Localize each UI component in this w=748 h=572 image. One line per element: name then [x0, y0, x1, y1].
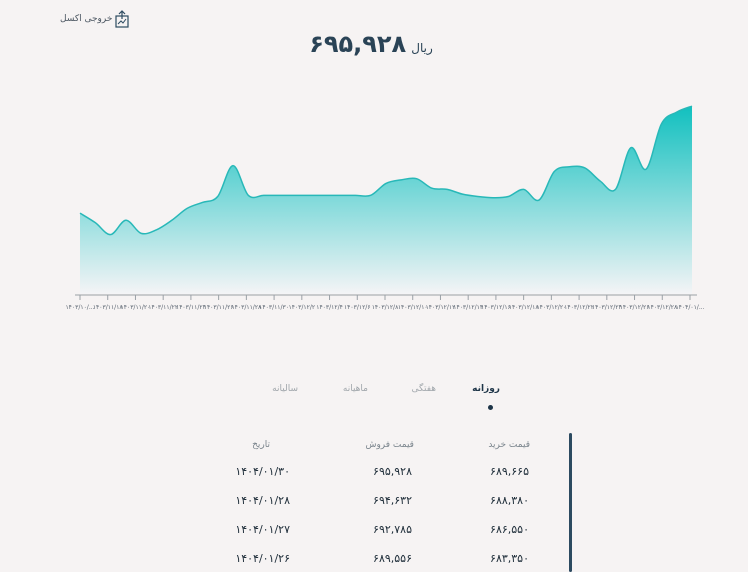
tab-monthly[interactable]: ماهیانه — [343, 384, 368, 394]
x-tick-label: ۱۴۰۳/۱۲/۲۲ — [564, 304, 594, 311]
tab-weekly[interactable]: هفتگی — [412, 384, 437, 394]
x-tick-label: ۱۴۰۳/۱۰/... — [65, 304, 94, 311]
x-tick-label: ۱۴۰۳/۱۲/۱۸ — [509, 304, 540, 311]
tab-daily[interactable]: روزانه — [472, 384, 500, 394]
tab-yearly[interactable]: سالیانه — [272, 384, 298, 394]
active-tab-indicator — [488, 405, 493, 410]
x-tick-label: ۱۴۰۳/۱۲/۲۴ — [592, 304, 622, 311]
table-row: ۶۸۸,۳۸۰ ۶۹۴,۶۳۲ ۱۴۰۴/۰۱/۲۸ — [230, 494, 570, 514]
x-tick-label: ۱۴۰۳/۱۲/۲۶ — [620, 304, 650, 311]
price-chart: ۱۴۰۳/۱۰/...۱۴۰۳/۱۱/۱۸۱۴۰۳/۱۱/۲۰۱۴۰۳/۱۱/۲… — [65, 105, 705, 311]
x-tick-label: ۱۴۰۴/۰۱/... — [675, 304, 704, 311]
sell-price: ۶۹۴,۶۳۲ — [373, 494, 412, 507]
current-price: ریال ۶۹۵,۹۲۸ — [0, 30, 748, 58]
x-tick-label: ۱۴۰۳/۱۲/۲ — [289, 304, 316, 311]
table-header: قیمت خرید قیمت فروش تاریخ — [230, 440, 570, 460]
x-tick-label: ۱۴۰۳/۱۱/۲۸ — [231, 304, 262, 311]
buy-price: ۶۸۳,۳۵۰ — [490, 552, 529, 565]
table-row: ۶۸۳,۳۵۰ ۶۸۹,۵۵۶ ۱۴۰۴/۰۱/۲۶ — [230, 552, 570, 572]
sell-price: ۶۹۲,۷۸۵ — [373, 523, 412, 536]
series-area — [80, 106, 692, 295]
table-row: ۶۸۹,۶۶۵ ۶۹۵,۹۲۸ ۱۴۰۴/۰۱/۳۰ — [230, 465, 570, 485]
x-tick-label: ۱۴۰۳/۱۲/۲۸ — [647, 304, 678, 311]
sell-price: ۶۹۵,۹۲۸ — [373, 465, 412, 478]
x-tick-label: ۱۴۰۳/۱۲/۱۶ — [481, 304, 511, 311]
table-scrollbar[interactable] — [569, 433, 572, 572]
header-sell: قیمت فروش — [365, 440, 414, 450]
price-unit: ریال — [411, 41, 433, 55]
x-tick-label: ۱۴۰۳/۱۲/۸ — [372, 304, 399, 311]
excel-export-icon — [115, 10, 130, 28]
buy-price: ۶۸۹,۶۶۵ — [490, 465, 529, 478]
price-value: ۶۹۵,۹۲۸ — [309, 30, 407, 58]
x-tick-label: ۱۴۰۳/۱۱/۲۲ — [148, 304, 178, 311]
x-tick-label: ۱۴۰۳/۱۲/۴ — [316, 304, 343, 311]
row-date: ۱۴۰۴/۰۱/۳۰ — [235, 465, 290, 478]
x-tick-label: ۱۴۰۳/۱۱/۲۶ — [204, 304, 234, 311]
period-tabs: روزانه هفتگی ماهیانه سالیانه — [0, 380, 748, 420]
row-date: ۱۴۰۴/۰۱/۲۸ — [235, 494, 290, 507]
x-tick-label: ۱۴۰۳/۱۱/۲۴ — [176, 304, 206, 311]
x-tick-label: ۱۴۰۳/۱۲/۶ — [344, 304, 371, 311]
export-label: خروجی اکسل — [60, 14, 113, 24]
row-date: ۱۴۰۴/۰۱/۲۷ — [235, 523, 290, 536]
x-tick-label: ۱۴۰۳/۱۲/۱۴ — [453, 304, 483, 311]
x-tick-label: ۱۴۰۳/۱۲/۱۰ — [398, 304, 428, 311]
x-tick-label: ۱۴۰۳/۱۱/۱۸ — [93, 304, 124, 311]
buy-price: ۶۸۸,۳۸۰ — [490, 494, 529, 507]
row-date: ۱۴۰۴/۰۱/۲۶ — [235, 552, 290, 565]
x-tick-label: ۱۴۰۳/۱۱/۳۰ — [259, 304, 289, 311]
sell-price: ۶۸۹,۵۵۶ — [373, 552, 412, 565]
x-tick-label: ۱۴۰۳/۱۱/۲۰ — [121, 304, 151, 311]
header-buy: قیمت خرید — [488, 440, 530, 450]
table-row: ۶۸۶,۵۵۰ ۶۹۲,۷۸۵ ۱۴۰۴/۰۱/۲۷ — [230, 523, 570, 543]
x-tick-label: ۱۴۰۳/۱۲/۲۰ — [536, 304, 566, 311]
buy-price: ۶۸۶,۵۵۰ — [490, 523, 529, 536]
export-excel-button[interactable]: خروجی اکسل — [60, 10, 130, 28]
header-date: تاریخ — [252, 440, 270, 450]
x-tick-label: ۱۴۰۳/۱۲/۱۲ — [426, 304, 456, 311]
